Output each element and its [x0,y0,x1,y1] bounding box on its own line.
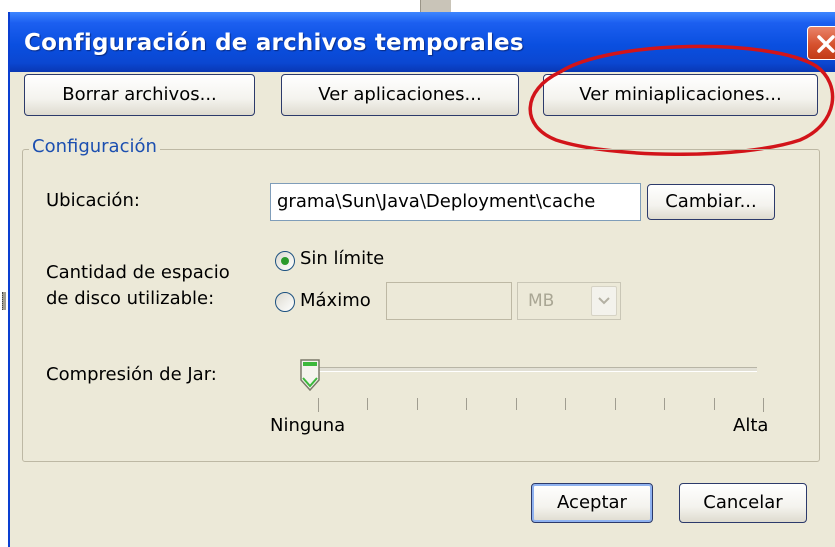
background-marker [2,292,6,310]
cancel-label: Cancelar [703,492,783,513]
configuration-group-label: Configuración [29,136,160,157]
location-label: Ubicación: [46,190,140,211]
location-value: grama\Sun\Java\Deployment\cache [277,191,596,212]
view-applets-button[interactable]: Ver miniaplicaciones... [543,74,818,116]
jar-compression-label: Compresión de Jar: [46,364,217,385]
close-button[interactable] [807,26,835,60]
background-edge [0,0,8,547]
slider-tick [318,398,319,412]
view-applets-label: Ver miniaplicaciones... [579,84,782,105]
slider-tick [664,398,666,410]
delete-files-button[interactable]: Borrar archivos... [24,74,255,116]
cancel-button[interactable]: Cancelar [679,483,807,523]
slider-tick [614,398,616,410]
delete-files-label: Borrar archivos... [62,84,217,105]
unlimited-label[interactable]: Sin límite [300,248,384,269]
unit-select[interactable]: MB [517,282,621,320]
slider-tick [763,398,764,412]
chevron-down-icon [598,297,610,305]
slider-tick [565,398,567,410]
maximum-size-input[interactable] [386,282,512,320]
background-strip [420,0,451,12]
accept-label: Aceptar [557,492,627,513]
view-applications-button[interactable]: Ver aplicaciones... [281,74,519,116]
jar-compression-track[interactable] [311,367,757,372]
unit-dropdown-button[interactable] [591,286,617,316]
change-location-button[interactable]: Cambiar... [647,184,775,220]
slider-tick [713,398,715,410]
accept-button[interactable]: Aceptar [531,483,653,523]
slider-tick [416,398,418,410]
disk-space-label-line1: Cantidad de espacio [46,262,230,283]
slider-tick [466,398,468,410]
unit-value: MB [528,291,555,311]
close-icon [817,35,835,53]
maximum-label[interactable]: Máximo [300,290,371,311]
radio-selected-dot [281,257,289,265]
slider-min-label: Ninguna [270,415,346,436]
unlimited-radio[interactable] [275,251,295,271]
view-applications-label: Ver aplicaciones... [318,84,482,105]
change-location-label: Cambiar... [665,191,757,212]
window-title: Configuración de archivos temporales [24,30,524,56]
maximum-radio[interactable] [275,292,295,312]
slider-tick [367,398,369,410]
location-field[interactable]: grama\Sun\Java\Deployment\cache [270,183,641,221]
slider-max-label: Alta [733,415,769,436]
title-bar[interactable]: Configuración de archivos temporales [10,12,835,72]
jar-compression-thumb[interactable] [299,358,321,392]
slider-tick [515,398,517,410]
disk-space-label-line2: de disco utilizable: [46,288,215,309]
